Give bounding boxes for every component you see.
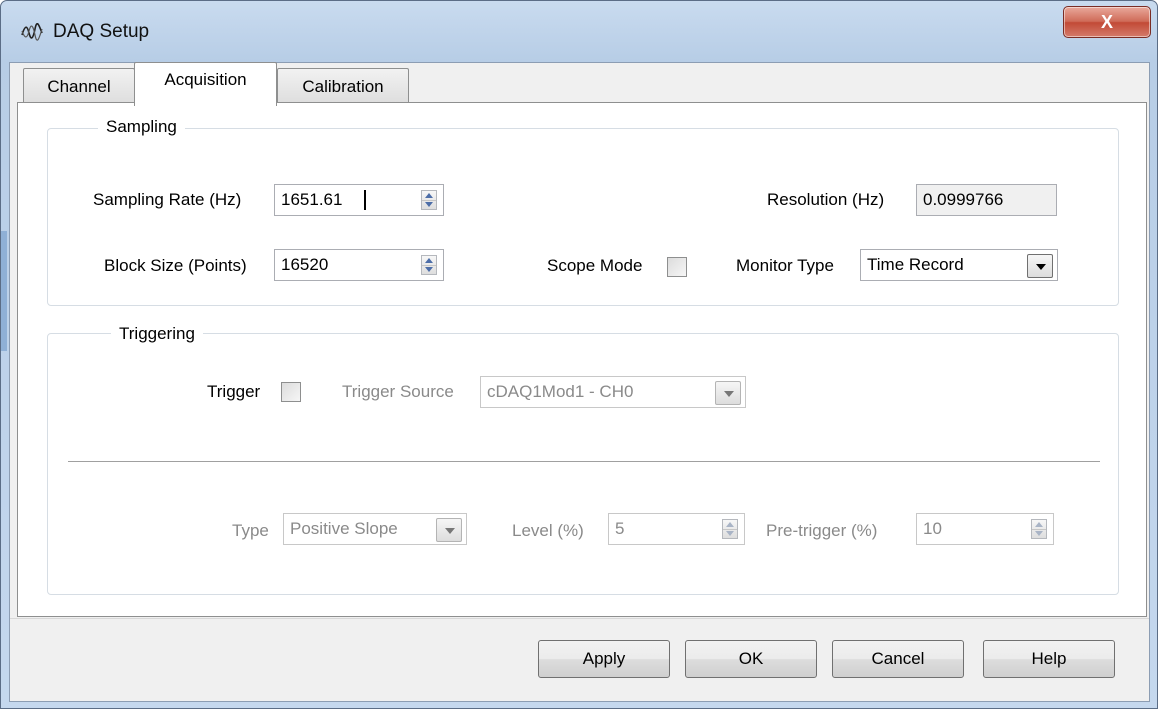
- tab-calibration[interactable]: Calibration: [277, 68, 409, 106]
- spin-down-icon: [726, 531, 734, 536]
- spin-up-icon: [726, 522, 734, 527]
- sampling-rate-value: 1651.61: [281, 190, 343, 209]
- scope-mode-label: Scope Mode: [547, 256, 643, 275]
- chevron-down-icon: [724, 391, 734, 397]
- spin-down-icon: [425, 267, 433, 272]
- trigger-label: Trigger: [207, 382, 261, 401]
- trigger-source-value: cDAQ1Mod1 - CH0: [487, 382, 634, 401]
- title-bar[interactable]: DAQ Setup X: [1, 1, 1157, 65]
- tab-calibration-label: Calibration: [302, 77, 384, 96]
- apply-button[interactable]: Apply: [538, 640, 670, 678]
- trigger-source-label: Trigger Source: [342, 382, 454, 401]
- spin-down-icon: [1035, 531, 1043, 536]
- type-value: Positive Slope: [290, 519, 398, 538]
- trigger-divider: [68, 461, 1100, 462]
- pretrigger-label: Pre-trigger (%): [766, 521, 878, 540]
- tab-channel-label: Channel: [47, 77, 111, 96]
- sampling-group-title: Sampling: [98, 117, 185, 137]
- block-size-input[interactable]: 16520: [274, 249, 444, 281]
- monitor-type-dropdown-button[interactable]: [1027, 254, 1053, 278]
- tab-acquisition-label: Acquisition: [164, 70, 247, 89]
- window-title: DAQ Setup: [53, 21, 150, 42]
- spin-up-icon: [425, 193, 433, 198]
- block-size-label: Block Size (Points): [104, 256, 247, 275]
- pretrigger-spinner[interactable]: [1031, 519, 1047, 539]
- level-label: Level (%): [512, 521, 584, 540]
- close-icon: X: [1100, 12, 1113, 32]
- sampling-rate-label: Sampling Rate (Hz): [93, 190, 242, 209]
- resolution-field: 0.0999766: [916, 184, 1057, 216]
- spin-up-icon: [425, 258, 433, 263]
- resolution-value: 0.0999766: [923, 190, 1004, 209]
- pretrigger-input[interactable]: 10: [916, 513, 1054, 545]
- scope-mode-checkbox[interactable]: [667, 257, 687, 277]
- trigger-source-dropdown-button[interactable]: [715, 381, 741, 405]
- block-size-spinner[interactable]: [421, 255, 437, 275]
- chevron-down-icon: [445, 528, 455, 534]
- button-area-divider: [10, 618, 1149, 619]
- monitor-type-dropdown[interactable]: Time Record: [860, 249, 1058, 281]
- trigger-checkbox[interactable]: [281, 382, 301, 402]
- spin-down-icon: [425, 202, 433, 207]
- level-value: 5: [615, 519, 625, 538]
- monitor-type-value: Time Record: [867, 255, 964, 274]
- resolution-label: Resolution (Hz): [767, 190, 885, 209]
- tab-channel[interactable]: Channel: [23, 68, 135, 106]
- level-input[interactable]: 5: [608, 513, 745, 545]
- type-dropdown-button[interactable]: [436, 518, 462, 542]
- close-button[interactable]: X: [1063, 6, 1151, 38]
- monitor-type-label: Monitor Type: [736, 256, 834, 275]
- type-label: Type: [232, 521, 269, 540]
- block-size-value: 16520: [281, 255, 329, 274]
- waveform-app-icon: [21, 23, 43, 41]
- cancel-button[interactable]: Cancel: [832, 640, 964, 678]
- triggering-group: [47, 333, 1119, 595]
- triggering-group-title: Triggering: [111, 324, 203, 344]
- ok-button[interactable]: OK: [685, 640, 817, 678]
- sampling-rate-input[interactable]: 1651.61: [274, 184, 444, 216]
- help-button[interactable]: Help: [983, 640, 1115, 678]
- dialog-window: DAQ Setup X Channel Acquisition Calibrat…: [0, 0, 1158, 709]
- text-cursor: [364, 190, 366, 210]
- window-frame-edge: [1, 231, 7, 351]
- level-spinner[interactable]: [722, 519, 738, 539]
- sampling-rate-spinner[interactable]: [421, 190, 437, 210]
- tab-acquisition[interactable]: Acquisition: [134, 62, 277, 106]
- spin-up-icon: [1035, 522, 1043, 527]
- trigger-source-dropdown[interactable]: cDAQ1Mod1 - CH0: [480, 376, 746, 408]
- pretrigger-value: 10: [923, 519, 942, 538]
- chevron-down-icon: [1036, 264, 1046, 270]
- type-dropdown[interactable]: Positive Slope: [283, 513, 467, 545]
